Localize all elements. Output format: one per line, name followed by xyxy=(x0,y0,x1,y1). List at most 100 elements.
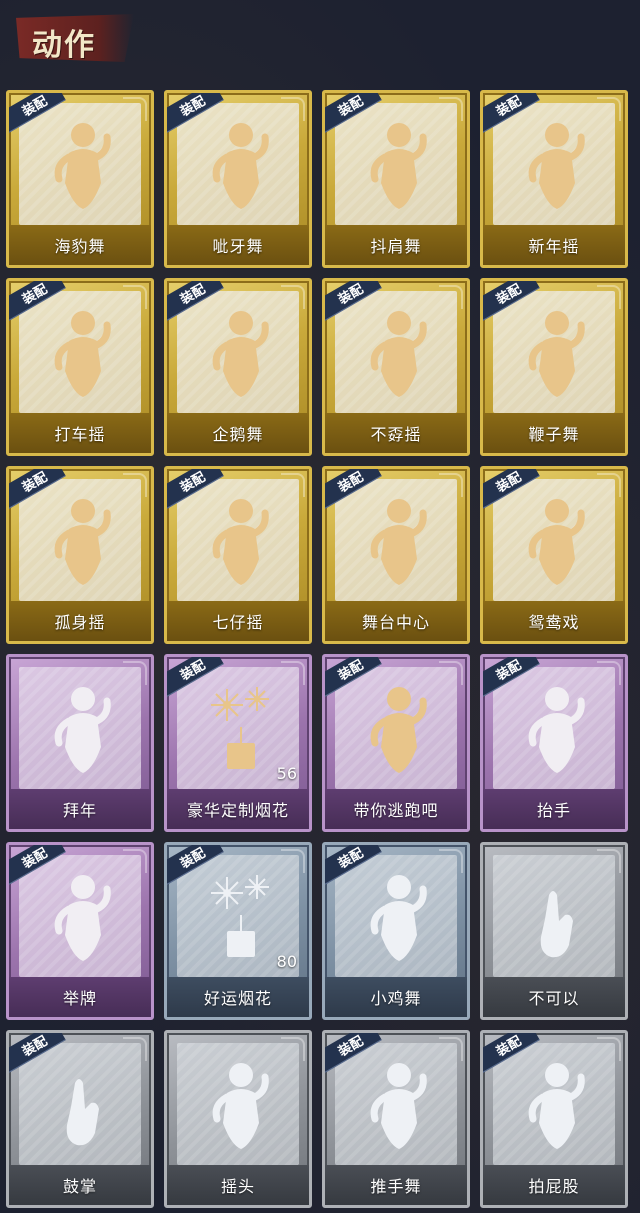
emote-label: 孤身摇 xyxy=(9,601,151,641)
emote-grid: 海豹舞 装配 呲牙舞 装配 抖肩舞 装配 新年摇 装配打车摇 装配 企鹅舞 装配 不孬摇 装配 鞭子舞 装配… xyxy=(6,90,636,1210)
corner-ornament-icon xyxy=(597,473,621,497)
hold-sign-figure-icon xyxy=(45,865,121,965)
run-away-figure-icon xyxy=(361,677,437,777)
clap-hands-icon xyxy=(45,1053,121,1153)
solo-sway-figure-icon xyxy=(45,489,121,589)
corner-ornament-icon xyxy=(439,285,463,309)
seal-dance-figure-icon xyxy=(45,113,121,213)
emote-card[interactable]: 舞台中心 装配 xyxy=(322,466,470,644)
emote-card[interactable]: 抬手 装配 xyxy=(480,654,628,832)
corner-ornament-icon xyxy=(281,285,305,309)
corner-ornament-icon xyxy=(123,97,147,121)
center-stage-figure-icon xyxy=(361,489,437,589)
new-year-greeting-figure-icon xyxy=(45,677,121,777)
corner-ornament-icon xyxy=(281,97,305,121)
corner-ornament-icon xyxy=(439,97,463,121)
emote-card[interactable]: 56 豪华定制烟花 装配 xyxy=(164,654,312,832)
emote-label: 摇头 xyxy=(167,1165,309,1205)
header: 动作 xyxy=(0,0,640,82)
corner-ornament-icon xyxy=(123,285,147,309)
emote-card[interactable]: 拜年 xyxy=(6,654,154,832)
corner-ornament-icon xyxy=(123,849,147,873)
emote-label: 拜年 xyxy=(9,789,151,829)
emote-label: 拍屁股 xyxy=(483,1165,625,1205)
emote-label: 七仔摇 xyxy=(167,601,309,641)
corner-ornament-icon xyxy=(439,849,463,873)
grin-dance-figure-icon xyxy=(203,113,279,213)
emote-label: 抖肩舞 xyxy=(325,225,467,265)
emote-label: 鼓掌 xyxy=(9,1165,151,1205)
corner-ornament-icon xyxy=(597,849,621,873)
item-count: 80 xyxy=(276,952,297,971)
emote-card[interactable]: 鸳鸯戏 装配 xyxy=(480,466,628,644)
emote-label: 新年摇 xyxy=(483,225,625,265)
corner-ornament-icon xyxy=(597,285,621,309)
shake-head-figure-icon xyxy=(203,1053,279,1153)
corner-ornament-icon xyxy=(123,661,147,685)
corner-ornament-icon xyxy=(439,1037,463,1061)
emote-label: 鞭子舞 xyxy=(483,413,625,453)
emote-card[interactable]: 举牌 装配 xyxy=(6,842,154,1020)
emote-label: 推手舞 xyxy=(325,1165,467,1205)
emote-card[interactable]: 不可以 xyxy=(480,842,628,1020)
not-bad-sway-figure-icon xyxy=(361,301,437,401)
new-year-sway-figure-icon xyxy=(519,113,595,213)
emote-label: 抬手 xyxy=(483,789,625,829)
emote-card[interactable]: 推手舞 装配 xyxy=(322,1030,470,1208)
emote-card[interactable]: 带你逃跑吧 装配 xyxy=(322,654,470,832)
emote-card[interactable]: 不孬摇 装配 xyxy=(322,278,470,456)
raise-hand-figure-icon xyxy=(519,677,595,777)
emote-card[interactable]: 摇头 xyxy=(164,1030,312,1208)
emote-label: 不可以 xyxy=(483,977,625,1017)
qizai-sway-figure-icon xyxy=(203,489,279,589)
emote-label: 呲牙舞 xyxy=(167,225,309,265)
penguin-dance-figure-icon xyxy=(203,301,279,401)
corner-ornament-icon xyxy=(439,473,463,497)
emote-label: 企鹅舞 xyxy=(167,413,309,453)
emote-card[interactable]: 80 好运烟花 装配 xyxy=(164,842,312,1020)
taxi-sway-figure-icon xyxy=(45,301,121,401)
lucky-fireworks-icon xyxy=(203,865,279,965)
corner-ornament-icon xyxy=(123,1037,147,1061)
emote-card[interactable]: 海豹舞 装配 xyxy=(6,90,154,268)
emote-card[interactable]: 企鹅舞 装配 xyxy=(164,278,312,456)
emote-card[interactable]: 小鸡舞 装配 xyxy=(322,842,470,1020)
emote-card[interactable]: 鼓掌 装配 xyxy=(6,1030,154,1208)
emote-label: 舞台中心 xyxy=(325,601,467,641)
item-count: 56 xyxy=(276,764,297,783)
corner-ornament-icon xyxy=(123,473,147,497)
emote-label: 海豹舞 xyxy=(9,225,151,265)
emote-label: 小鸡舞 xyxy=(325,977,467,1017)
emote-card[interactable]: 呲牙舞 装配 xyxy=(164,90,312,268)
page-title: 动作 xyxy=(32,28,96,63)
emote-card[interactable]: 拍屁股 装配 xyxy=(480,1030,628,1208)
corner-ornament-icon xyxy=(597,97,621,121)
no-finger-wag-icon xyxy=(519,865,595,965)
emote-card[interactable]: 抖肩舞 装配 xyxy=(322,90,470,268)
emote-card[interactable]: 新年摇 装配 xyxy=(480,90,628,268)
deluxe-fireworks-icon xyxy=(203,677,279,777)
corner-ornament-icon xyxy=(281,473,305,497)
pat-butt-figure-icon xyxy=(519,1053,595,1153)
mandarin-duck-figure-icon xyxy=(519,489,595,589)
emote-label: 不孬摇 xyxy=(325,413,467,453)
corner-ornament-icon xyxy=(281,849,305,873)
emote-label: 好运烟花 xyxy=(167,977,309,1017)
chicken-dance-figure-icon xyxy=(361,865,437,965)
emote-card[interactable]: 孤身摇 装配 xyxy=(6,466,154,644)
corner-ornament-icon xyxy=(597,1037,621,1061)
corner-ornament-icon xyxy=(597,661,621,685)
whip-dance-figure-icon xyxy=(519,301,595,401)
push-hand-dance-figure-icon xyxy=(361,1053,437,1153)
corner-ornament-icon xyxy=(281,1037,305,1061)
emote-label: 打车摇 xyxy=(9,413,151,453)
shoulder-shake-figure-icon xyxy=(361,113,437,213)
emote-card[interactable]: 打车摇 装配 xyxy=(6,278,154,456)
corner-ornament-icon xyxy=(281,661,305,685)
emote-label: 带你逃跑吧 xyxy=(325,789,467,829)
corner-ornament-icon xyxy=(439,661,463,685)
emote-card[interactable]: 鞭子舞 装配 xyxy=(480,278,628,456)
emote-label: 鸳鸯戏 xyxy=(483,601,625,641)
emote-label: 举牌 xyxy=(9,977,151,1017)
emote-card[interactable]: 七仔摇 装配 xyxy=(164,466,312,644)
